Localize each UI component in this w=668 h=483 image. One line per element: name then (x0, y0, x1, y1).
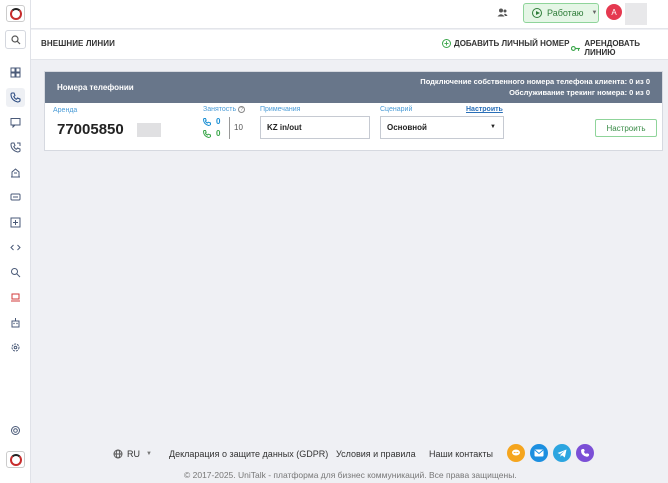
busy-outgoing-value: 0 (216, 129, 221, 138)
sidebar (0, 0, 31, 483)
sidebar-item-integrations[interactable] (6, 238, 25, 257)
gear-icon (11, 343, 20, 352)
sidebar-item-add[interactable] (6, 213, 25, 232)
add-personal-number-label: ДОБАВИТЬ ЛИЧНЫЙ НОМЕР (454, 39, 570, 48)
card-header: Номера телефонии Подключение собственног… (45, 72, 662, 103)
email-social-button[interactable] (530, 444, 548, 462)
phone-number-redacted (137, 123, 161, 137)
busy-outgoing: 0 (203, 129, 220, 138)
sidebar-search-button[interactable] (5, 30, 26, 49)
plus-circle-icon: + (442, 39, 451, 48)
viber-social-button[interactable] (576, 444, 594, 462)
sidebar-item-phone-lines[interactable] (6, 88, 25, 107)
terms-link[interactable]: Условия и правила (336, 449, 416, 459)
users-icon[interactable] (497, 8, 508, 17)
gdpr-link[interactable]: Декларация о защите данных (GDPR) (169, 449, 328, 459)
line-type-label: Аренда (53, 107, 78, 114)
language-selector[interactable]: RU ▼ (113, 449, 152, 459)
chevron-down-icon: ▼ (146, 451, 152, 457)
grid-icon (10, 67, 21, 78)
busy-total: 10 (234, 123, 243, 132)
page-header: ВНЕШНИЕ ЛИНИИ + ДОБАВИТЬ ЛИЧНЫЙ НОМЕР АР… (31, 30, 668, 60)
building-icon (11, 168, 20, 178)
scenario-value: Основной (387, 123, 427, 132)
sidebar-item-ivr[interactable] (6, 163, 25, 182)
app-logo[interactable] (6, 5, 25, 22)
chat-bubble-icon (512, 449, 520, 456)
plus-box-icon (10, 217, 21, 228)
add-personal-number-button[interactable]: + ДОБАВИТЬ ЛИЧНЫЙ НОМЕР (442, 39, 569, 48)
logo-icon (9, 453, 22, 466)
sidebar-item-dashboard[interactable] (6, 63, 25, 82)
telegram-icon (557, 449, 567, 457)
magnifier-icon (11, 268, 21, 278)
phone-numbers-card: Номера телефонии Подключение собственног… (44, 71, 663, 151)
laptop-icon (11, 293, 20, 302)
sidebar-item-chat[interactable] (6, 188, 25, 207)
telegram-social-button[interactable] (553, 444, 571, 462)
status-dropdown[interactable]: Работаю ▼ (523, 3, 599, 23)
code-icon (10, 244, 21, 251)
sidebar-item-robot[interactable] (6, 313, 25, 332)
chat-icon (10, 193, 21, 201)
sidebar-item-search[interactable] (6, 263, 25, 282)
scenario-select[interactable]: Основной ▼ (380, 116, 504, 139)
robot-icon (11, 318, 20, 328)
copyright-text: © 2017-2025. UniTalk - платформа для биз… (184, 470, 517, 480)
globe-icon (113, 449, 123, 459)
user-name-redacted[interactable] (625, 3, 647, 25)
status-label: Работаю (547, 8, 584, 18)
phone-number: 77005850 (57, 121, 124, 138)
avatar[interactable]: A (606, 4, 622, 20)
search-icon (10, 34, 20, 44)
chevron-down-icon: ▼ (591, 10, 598, 16)
viber-icon (581, 449, 589, 457)
chat-social-button[interactable] (507, 444, 525, 462)
key-icon (571, 45, 580, 51)
sidebar-item-messages[interactable] (6, 113, 25, 132)
sidebar-item-call-routing[interactable] (6, 138, 25, 157)
sidebar-item-help[interactable] (6, 421, 25, 440)
app-logo-bottom[interactable] (6, 451, 25, 468)
info-icon[interactable]: ? (238, 106, 246, 113)
busy-label-text: Занятость (203, 106, 237, 113)
tracking-number-stat: Обслуживание трекинг номера: 0 из 0 (509, 88, 650, 97)
scenario-label: Сценарий (380, 106, 413, 113)
sidebar-item-settings[interactable] (6, 338, 25, 357)
outgoing-call-icon (203, 129, 211, 138)
notes-input[interactable]: KZ in/out (260, 116, 370, 139)
lifebuoy-icon (11, 426, 20, 435)
logo-icon (9, 7, 22, 20)
notes-label: Примечания (260, 106, 301, 113)
message-icon (10, 118, 21, 128)
top-bar: Работаю ▼ A (31, 0, 668, 29)
play-icon (532, 8, 542, 18)
rent-line-label: АРЕНДОВАТЬ ЛИНИЮ (584, 39, 640, 57)
phone-icon (10, 92, 21, 103)
busy-divider (229, 117, 230, 139)
scenario-setup-link[interactable]: Настроить (466, 106, 503, 113)
footer: RU ▼ Декларация о защите данных (GDPR) У… (31, 440, 668, 483)
card-title: Номера телефонии (57, 83, 134, 92)
own-number-stat: Подключение собственного номера телефона… (420, 77, 650, 86)
chevron-down-icon: ▼ (490, 124, 496, 130)
incoming-call-icon (203, 117, 211, 126)
busy-incoming-value: 0 (216, 117, 221, 126)
call-forward-icon (10, 142, 21, 153)
busy-label: Занятость? (203, 106, 246, 113)
busy-incoming: 0 (203, 117, 220, 126)
table-row: Аренда 77005850 Занятость? 0 0 10 Примеч… (45, 103, 662, 151)
sidebar-item-devices[interactable] (6, 288, 25, 307)
page-title: ВНЕШНИЕ ЛИНИИ (41, 39, 115, 48)
language-label: RU (127, 449, 140, 459)
email-icon (534, 449, 544, 457)
rent-line-button[interactable]: АРЕНДОВАТЬ ЛИНИЮ (571, 39, 668, 57)
contacts-link[interactable]: Наши контакты (429, 449, 493, 459)
setup-button[interactable]: Настроить (595, 119, 657, 137)
